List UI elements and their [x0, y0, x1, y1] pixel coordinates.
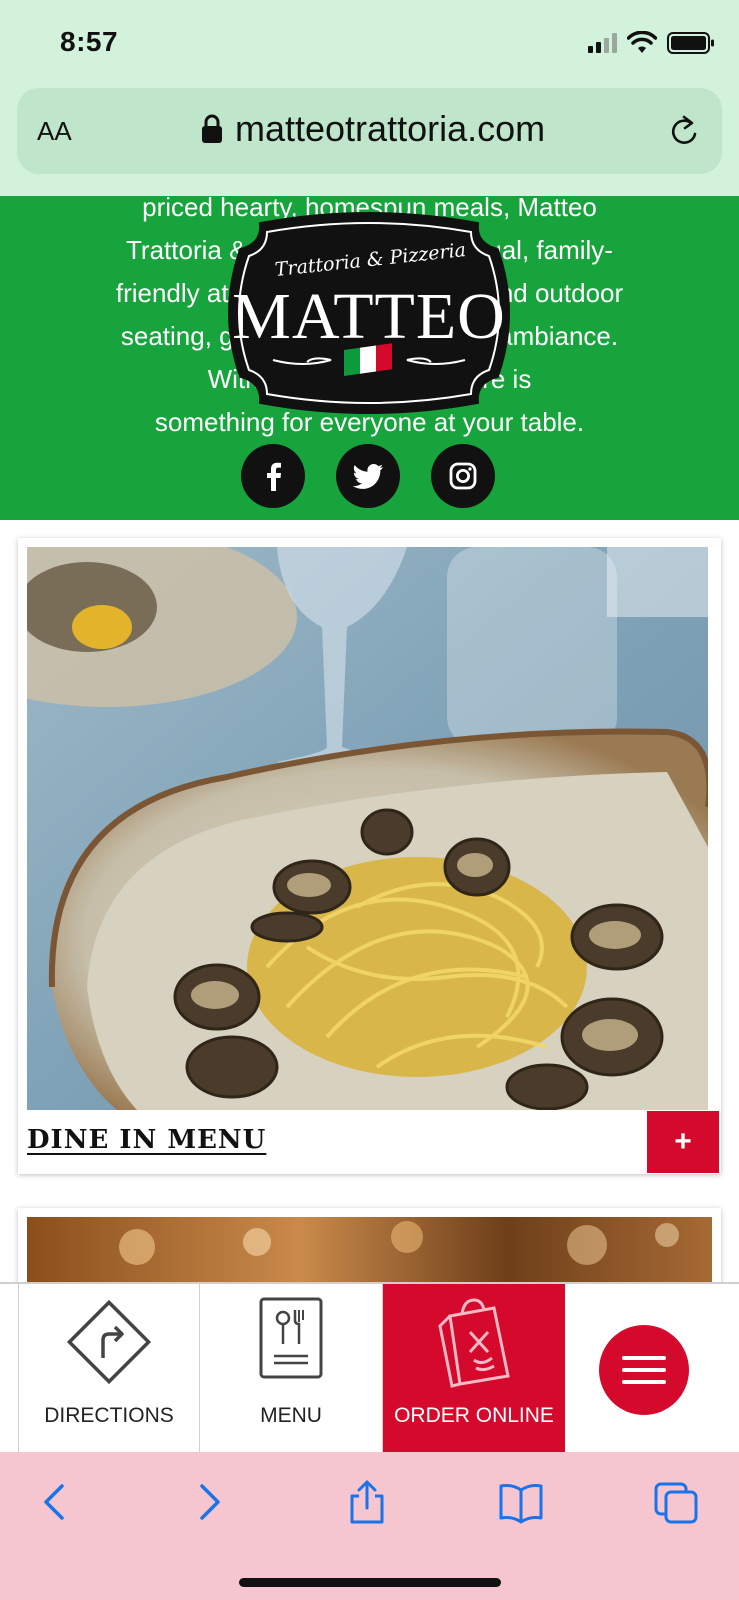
wifi-icon: [627, 31, 657, 53]
reload-icon[interactable]: [668, 114, 700, 148]
facebook-icon: [267, 462, 281, 491]
hero-section: priced hearty, homespun meals, Matteo Tr…: [0, 196, 739, 520]
twitter-icon: [353, 464, 383, 489]
status-bar: 8:57: [0, 0, 739, 88]
hamburger-menu-button[interactable]: [599, 1325, 689, 1415]
battery-icon: [667, 32, 714, 54]
hamburger-menu-icon: [622, 1356, 666, 1360]
hamburger-menu-icon: [622, 1368, 666, 1372]
next-card[interactable]: [18, 1208, 721, 1288]
text-size-label: AA: [37, 116, 72, 146]
browser-address-area: AA matteotrattoria.com: [0, 88, 739, 196]
tabs-icon[interactable]: [652, 1480, 702, 1524]
order-online-label: ORDER ONLINE: [394, 1404, 554, 1427]
status-icons: [588, 30, 715, 56]
back-icon[interactable]: [30, 1480, 80, 1524]
spaghetti-clams-photo: [27, 547, 708, 1110]
facebook-button[interactable]: [241, 444, 305, 508]
takeout-bag-icon: [438, 1298, 510, 1388]
matteo-logo[interactable]: Trattoria & Pizzeria MATTEO: [213, 210, 525, 416]
address-bar[interactable]: AA matteotrattoria.com: [17, 88, 722, 174]
menu-button[interactable]: MENU: [200, 1284, 383, 1454]
home-indicator[interactable]: [239, 1578, 501, 1587]
menu-label: MENU: [260, 1404, 322, 1427]
directions-label: DIRECTIONS: [44, 1404, 174, 1427]
bookmarks-icon[interactable]: [496, 1480, 546, 1524]
directions-button[interactable]: DIRECTIONS: [18, 1284, 200, 1454]
instagram-button[interactable]: [431, 444, 495, 508]
dine-in-menu-card[interactable]: DINE IN MENU +: [18, 538, 721, 1174]
expand-button[interactable]: +: [647, 1111, 719, 1173]
cellular-signal-icon: [588, 33, 617, 53]
forward-icon[interactable]: [184, 1480, 234, 1524]
menu-fork-knife-icon: [259, 1297, 323, 1379]
text-size-button[interactable]: AA: [37, 116, 72, 147]
bottom-action-bar: DIRECTIONS MENU ORDER ONLINE: [0, 1282, 739, 1454]
logo-name: MATTEO: [232, 280, 506, 353]
twitter-button[interactable]: [336, 444, 400, 508]
status-time: 8:57: [60, 26, 119, 57]
restaurant-photo: [27, 1217, 712, 1288]
hamburger-menu-icon: [622, 1380, 666, 1384]
share-icon[interactable]: [342, 1480, 392, 1524]
directions-sign-icon: [66, 1299, 152, 1385]
order-online-button[interactable]: ORDER ONLINE: [383, 1284, 565, 1454]
dine-in-menu-link[interactable]: DINE IN MENU: [27, 1125, 266, 1155]
instagram-icon: [449, 462, 477, 490]
url-text[interactable]: matteotrattoria.com: [235, 108, 545, 150]
lock-icon: [202, 114, 222, 143]
